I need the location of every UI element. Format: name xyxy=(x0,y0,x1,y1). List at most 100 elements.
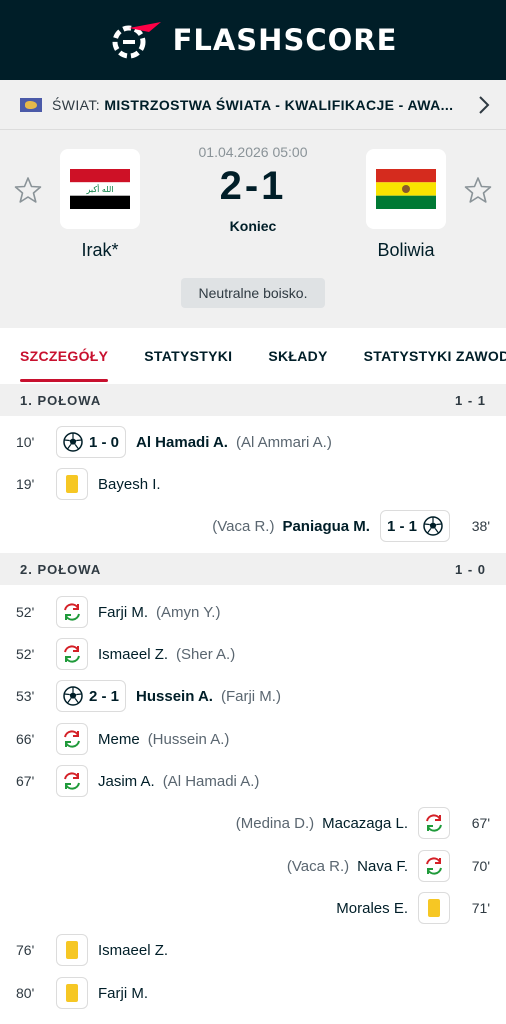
incident-minute: 19' xyxy=(16,476,35,492)
incident-row[interactable]: 19' Bayesh I. xyxy=(0,463,506,505)
card-badge xyxy=(418,892,450,924)
half-label: 1. POŁOWA xyxy=(20,392,102,408)
yellow-card-icon xyxy=(66,475,78,493)
half-score: 1 - 1 xyxy=(454,392,486,408)
tab-player-stats[interactable]: STATYSTYKI ZAWODNIKÓW xyxy=(364,328,506,384)
sub-out-name[interactable]: (Vaca R.) xyxy=(287,858,349,875)
app-header: FLASHSCORE xyxy=(0,0,506,80)
goal-badge: 1 - 0 xyxy=(56,426,127,458)
half-score: 1 - 0 xyxy=(454,561,486,577)
breadcrumb-country: ŚWIAT: xyxy=(52,96,101,113)
incident-row[interactable]: 10' 1 - 0 Al Hamadi A. (Al Ammari A.) xyxy=(0,421,506,463)
substitution-icon xyxy=(64,603,80,621)
incident-row[interactable]: 52' Farji M. (Amyn Y.) xyxy=(0,591,506,633)
first-half-header: 1. POŁOWA 1 - 1 xyxy=(0,384,506,416)
incident-row[interactable]: 80' Farji M. xyxy=(0,972,506,1014)
player-name[interactable]: Macazaga L. xyxy=(322,815,408,832)
goal-badge: 2 - 1 xyxy=(56,680,127,712)
incident-row[interactable]: (Vaca R.) Nava F. 70' xyxy=(0,845,506,887)
assist-name[interactable]: (Vaca R.) xyxy=(212,518,274,535)
substitution-badge xyxy=(56,596,88,628)
player-name[interactable]: Hussein A. xyxy=(136,688,213,705)
tab-details[interactable]: SZCZEGÓŁY xyxy=(20,328,109,384)
incident-row[interactable]: (Medina D.) Macazaga L. 67' xyxy=(0,802,506,844)
match-tabs: SZCZEGÓŁY STATYSTYKI SKŁADY STATYSTYKI Z… xyxy=(0,328,506,384)
brand-name: FLASHSCORE xyxy=(172,23,398,57)
sub-out-name[interactable]: (Amyn Y.) xyxy=(156,604,220,621)
home-team-name[interactable]: Irak* xyxy=(30,240,170,261)
soccer-ball-icon xyxy=(63,432,83,452)
incident-minute: 67' xyxy=(471,815,490,831)
substitution-badge xyxy=(56,765,88,797)
away-team-logo[interactable] xyxy=(366,149,446,229)
away-favorite-star-icon[interactable] xyxy=(464,176,492,204)
assist-name[interactable]: (Farji M.) xyxy=(221,688,281,705)
breadcrumb-text: ŚWIAT: MISTRZOSTWA ŚWIATA - KWALIFIKACJE… xyxy=(52,97,472,113)
incident-minute: 70' xyxy=(471,858,490,874)
substitution-icon xyxy=(426,814,442,832)
yellow-card-icon xyxy=(428,899,440,917)
incident-row[interactable]: 76' Ismaeel Z. xyxy=(0,929,506,971)
player-name[interactable]: Farji M. xyxy=(98,604,148,621)
tab-statistics[interactable]: STATYSTYKI xyxy=(144,328,232,384)
neutral-venue-badge: Neutralne boisko. xyxy=(181,278,325,308)
incident-row[interactable]: 66' Meme (Hussein A.) xyxy=(0,718,506,760)
goal-score: 1 - 1 xyxy=(386,517,417,535)
incident-minute: 71' xyxy=(471,900,490,916)
incident-minute: 67' xyxy=(16,773,35,789)
player-name[interactable]: Morales E. xyxy=(336,900,408,917)
yellow-card-icon xyxy=(66,941,78,959)
flashscore-logo[interactable]: FLASHSCORE xyxy=(109,18,398,62)
card-badge xyxy=(56,468,88,500)
player-name[interactable]: Al Hamadi A. xyxy=(136,434,228,451)
half-label: 2. POŁOWA xyxy=(20,561,102,577)
incident-minute: 76' xyxy=(16,942,35,958)
player-name[interactable]: Ismaeel Z. xyxy=(98,942,168,959)
goal-score: 1 - 0 xyxy=(89,433,120,451)
incident-minute: 10' xyxy=(16,434,35,450)
player-name[interactable]: Bayesh I. xyxy=(98,476,161,493)
goal-badge: 1 - 1 xyxy=(379,510,450,542)
world-flag-icon xyxy=(20,97,42,112)
player-name[interactable]: Farji M. xyxy=(98,985,148,1002)
incident-minute: 52' xyxy=(16,646,35,662)
sub-out-name[interactable]: (Hussein A.) xyxy=(148,731,230,748)
second-half-header: 2. POŁOWA 1 - 0 xyxy=(0,553,506,585)
competition-breadcrumb[interactable]: ŚWIAT: MISTRZOSTWA ŚWIATA - KWALIFIKACJE… xyxy=(0,80,506,130)
player-name[interactable]: Meme xyxy=(98,731,140,748)
player-name[interactable]: Jasim A. xyxy=(98,773,155,790)
bolivia-flag-icon xyxy=(376,169,436,209)
incident-minute: 52' xyxy=(16,604,35,620)
yellow-card-icon xyxy=(66,984,78,1002)
goal-score: 2 - 1 xyxy=(89,687,120,705)
incident-minute: 66' xyxy=(16,731,35,747)
player-name[interactable]: Paniagua M. xyxy=(282,518,370,535)
soccer-ball-icon xyxy=(423,516,443,536)
substitution-icon xyxy=(64,645,80,663)
tab-lineups[interactable]: SKŁADY xyxy=(268,328,327,384)
player-name[interactable]: Nava F. xyxy=(357,858,408,875)
card-badge xyxy=(56,934,88,966)
incident-row[interactable]: 67' Jasim A. (Al Hamadi A.) xyxy=(0,760,506,802)
breadcrumb-league: MISTRZOSTWA ŚWIATA - KWALIFIKACJE - AWA.… xyxy=(104,96,454,113)
chevron-right-icon[interactable] xyxy=(478,95,490,115)
soccer-ball-icon xyxy=(63,686,83,706)
sub-out-name[interactable]: (Medina D.) xyxy=(236,815,314,832)
incident-row[interactable]: Morales E. 71' xyxy=(0,887,506,929)
incident-row[interactable]: 53' 2 - 1 Hussein A. (Farji M.) xyxy=(0,675,506,717)
card-badge xyxy=(56,977,88,1009)
assist-name[interactable]: (Al Ammari A.) xyxy=(236,434,332,451)
sub-out-name[interactable]: (Sher A.) xyxy=(176,646,235,663)
substitution-icon xyxy=(64,772,80,790)
substitution-icon xyxy=(64,730,80,748)
incident-minute: 53' xyxy=(16,688,35,704)
player-name[interactable]: Ismaeel Z. xyxy=(98,646,168,663)
substitution-badge xyxy=(418,850,450,882)
sub-out-name[interactable]: (Al Hamadi A.) xyxy=(163,773,260,790)
away-team-name[interactable]: Boliwia xyxy=(336,240,476,261)
incident-minute: 80' xyxy=(16,985,35,1001)
incident-row[interactable]: 52' Ismaeel Z. (Sher A.) xyxy=(0,633,506,675)
incident-row[interactable]: (Vaca R.) Paniagua M. 1 - 1 38' xyxy=(0,505,506,547)
substitution-icon xyxy=(426,857,442,875)
incident-minute: 38' xyxy=(471,518,490,534)
